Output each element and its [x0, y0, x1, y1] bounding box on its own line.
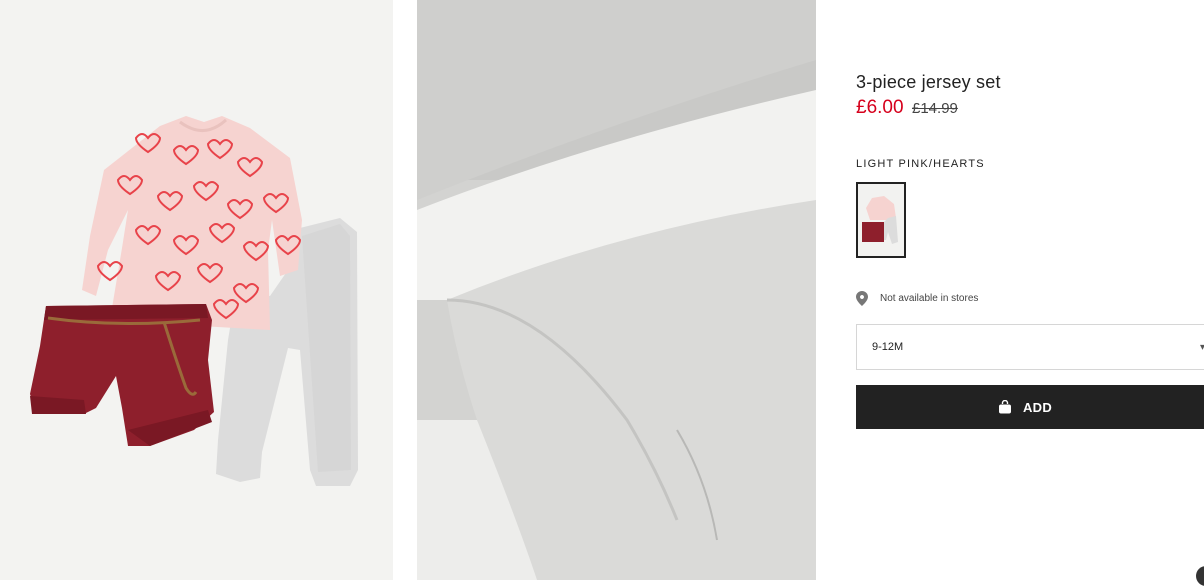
product-info: 3-piece jersey set £6.00 £14.99 LIGHT PI… — [856, 0, 1204, 580]
store-availability-text: Not available in stores — [880, 292, 979, 304]
add-button-content: ADD — [998, 400, 1052, 415]
add-to-bag-button[interactable]: ADD — [856, 385, 1204, 429]
size-select[interactable]: 9-12M ▾ — [856, 324, 1204, 370]
price-original: £14.99 — [912, 100, 958, 117]
price-current: £6.00 — [856, 97, 904, 118]
chevron-down-icon: ▾ — [1200, 342, 1204, 353]
chat-widget-edge[interactable] — [1196, 566, 1204, 586]
store-availability: Not available in stores — [856, 290, 978, 306]
selected-color-name: LIGHT PINK/HEARTS — [856, 158, 985, 170]
color-swatch-light-pink-hearts[interactable] — [856, 182, 906, 258]
size-select-value: 9-12M — [872, 341, 904, 353]
product-title: 3-piece jersey set — [856, 72, 1001, 92]
price: £6.00 £14.99 — [856, 97, 958, 119]
product-image-main[interactable] — [0, 0, 393, 580]
shopping-bag-icon — [998, 400, 1011, 414]
add-button-label: ADD — [1022, 399, 1053, 415]
product-image-detail[interactable] — [417, 0, 816, 580]
location-pin-icon — [856, 290, 868, 306]
